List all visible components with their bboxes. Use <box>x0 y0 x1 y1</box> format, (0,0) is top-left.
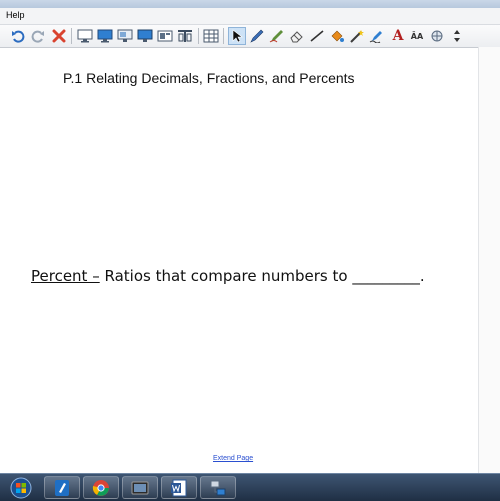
toolbar-separator <box>198 28 199 44</box>
undo-button[interactable] <box>9 27 27 45</box>
pen-icon <box>250 29 264 43</box>
delete-icon <box>52 29 66 43</box>
toolbar-separator <box>71 28 72 44</box>
line-tool-button[interactable] <box>308 27 326 45</box>
select-pointer-icon <box>232 29 243 43</box>
magic-pen-button[interactable] <box>348 27 366 45</box>
percent-term: Percent – <box>31 267 100 285</box>
percent-definition: Ratios that compare numbers to _________… <box>99 267 425 285</box>
menu-help[interactable]: Help <box>6 10 25 20</box>
handwriting-tool-button[interactable] <box>368 27 386 45</box>
screen-shade-button[interactable] <box>76 27 94 45</box>
handwriting-icon <box>369 31 382 43</box>
text-icon: A <box>392 28 404 44</box>
start-button[interactable] <box>4 476 38 499</box>
undo-icon <box>12 30 25 43</box>
text-tool-button[interactable]: A <box>389 27 407 45</box>
taskbar-video-app[interactable] <box>122 476 158 499</box>
fill-tool-button[interactable] <box>328 27 346 45</box>
text-format-icon: ĀA <box>410 31 424 41</box>
taskbar-network-app[interactable] <box>200 476 236 499</box>
show-desktop-icon <box>97 29 113 43</box>
creative-pen-button[interactable] <box>268 27 286 45</box>
redo-icon <box>31 30 44 43</box>
video-app-icon <box>131 481 149 494</box>
notebook-app-icon <box>55 479 69 496</box>
show-desktop-button[interactable] <box>96 27 114 45</box>
taskbar-notebook-app[interactable] <box>44 476 80 499</box>
properties-button[interactable] <box>428 27 446 45</box>
screen-shade-icon <box>77 29 93 43</box>
toolbar: A ĀA <box>0 25 500 48</box>
text-format-button[interactable]: ĀA <box>408 27 426 45</box>
monitor-icon <box>137 29 153 42</box>
fill-icon <box>331 30 344 42</box>
window-title-bar <box>0 0 500 8</box>
windows-start-icon <box>10 477 32 498</box>
eraser-tool-button[interactable] <box>288 27 306 45</box>
monitor-button[interactable] <box>136 27 154 45</box>
select-tool-button[interactable] <box>228 27 246 45</box>
network-app-icon <box>210 480 226 495</box>
properties-icon <box>431 30 443 42</box>
creative-pen-icon <box>269 30 283 43</box>
percent-definition-line: Percent – Ratios that compare numbers to… <box>31 267 425 285</box>
move-toolbar-icon <box>454 30 460 42</box>
table-button[interactable] <box>202 27 220 45</box>
taskbar-chrome-app[interactable] <box>83 476 119 499</box>
display-button[interactable] <box>116 27 134 45</box>
toolbar-separator <box>223 28 224 44</box>
move-toolbar-button[interactable] <box>448 27 466 45</box>
side-panel-edge <box>478 47 500 473</box>
table-icon <box>203 29 219 43</box>
eraser-icon <box>290 31 303 43</box>
chrome-browser-icon <box>92 479 109 496</box>
word-app-icon <box>171 479 187 496</box>
line-icon <box>310 30 324 42</box>
page-title: P.1 Relating Decimals, Fractions, and Pe… <box>63 70 355 86</box>
magic-pen-icon <box>350 30 364 43</box>
capture-button[interactable] <box>156 27 174 45</box>
taskbar-word-app[interactable] <box>161 476 197 499</box>
redo-button[interactable] <box>29 27 47 45</box>
windows-taskbar <box>0 473 500 501</box>
capture-icon <box>157 30 173 42</box>
menu-bar: Help <box>0 8 500 25</box>
page-layout-icon <box>178 30 192 42</box>
pen-tool-button[interactable] <box>248 27 266 45</box>
delete-button[interactable] <box>50 27 68 45</box>
page-layout-button[interactable] <box>176 27 194 45</box>
extend-page-link[interactable]: Extend Page <box>213 455 253 462</box>
display-icon <box>117 29 133 42</box>
